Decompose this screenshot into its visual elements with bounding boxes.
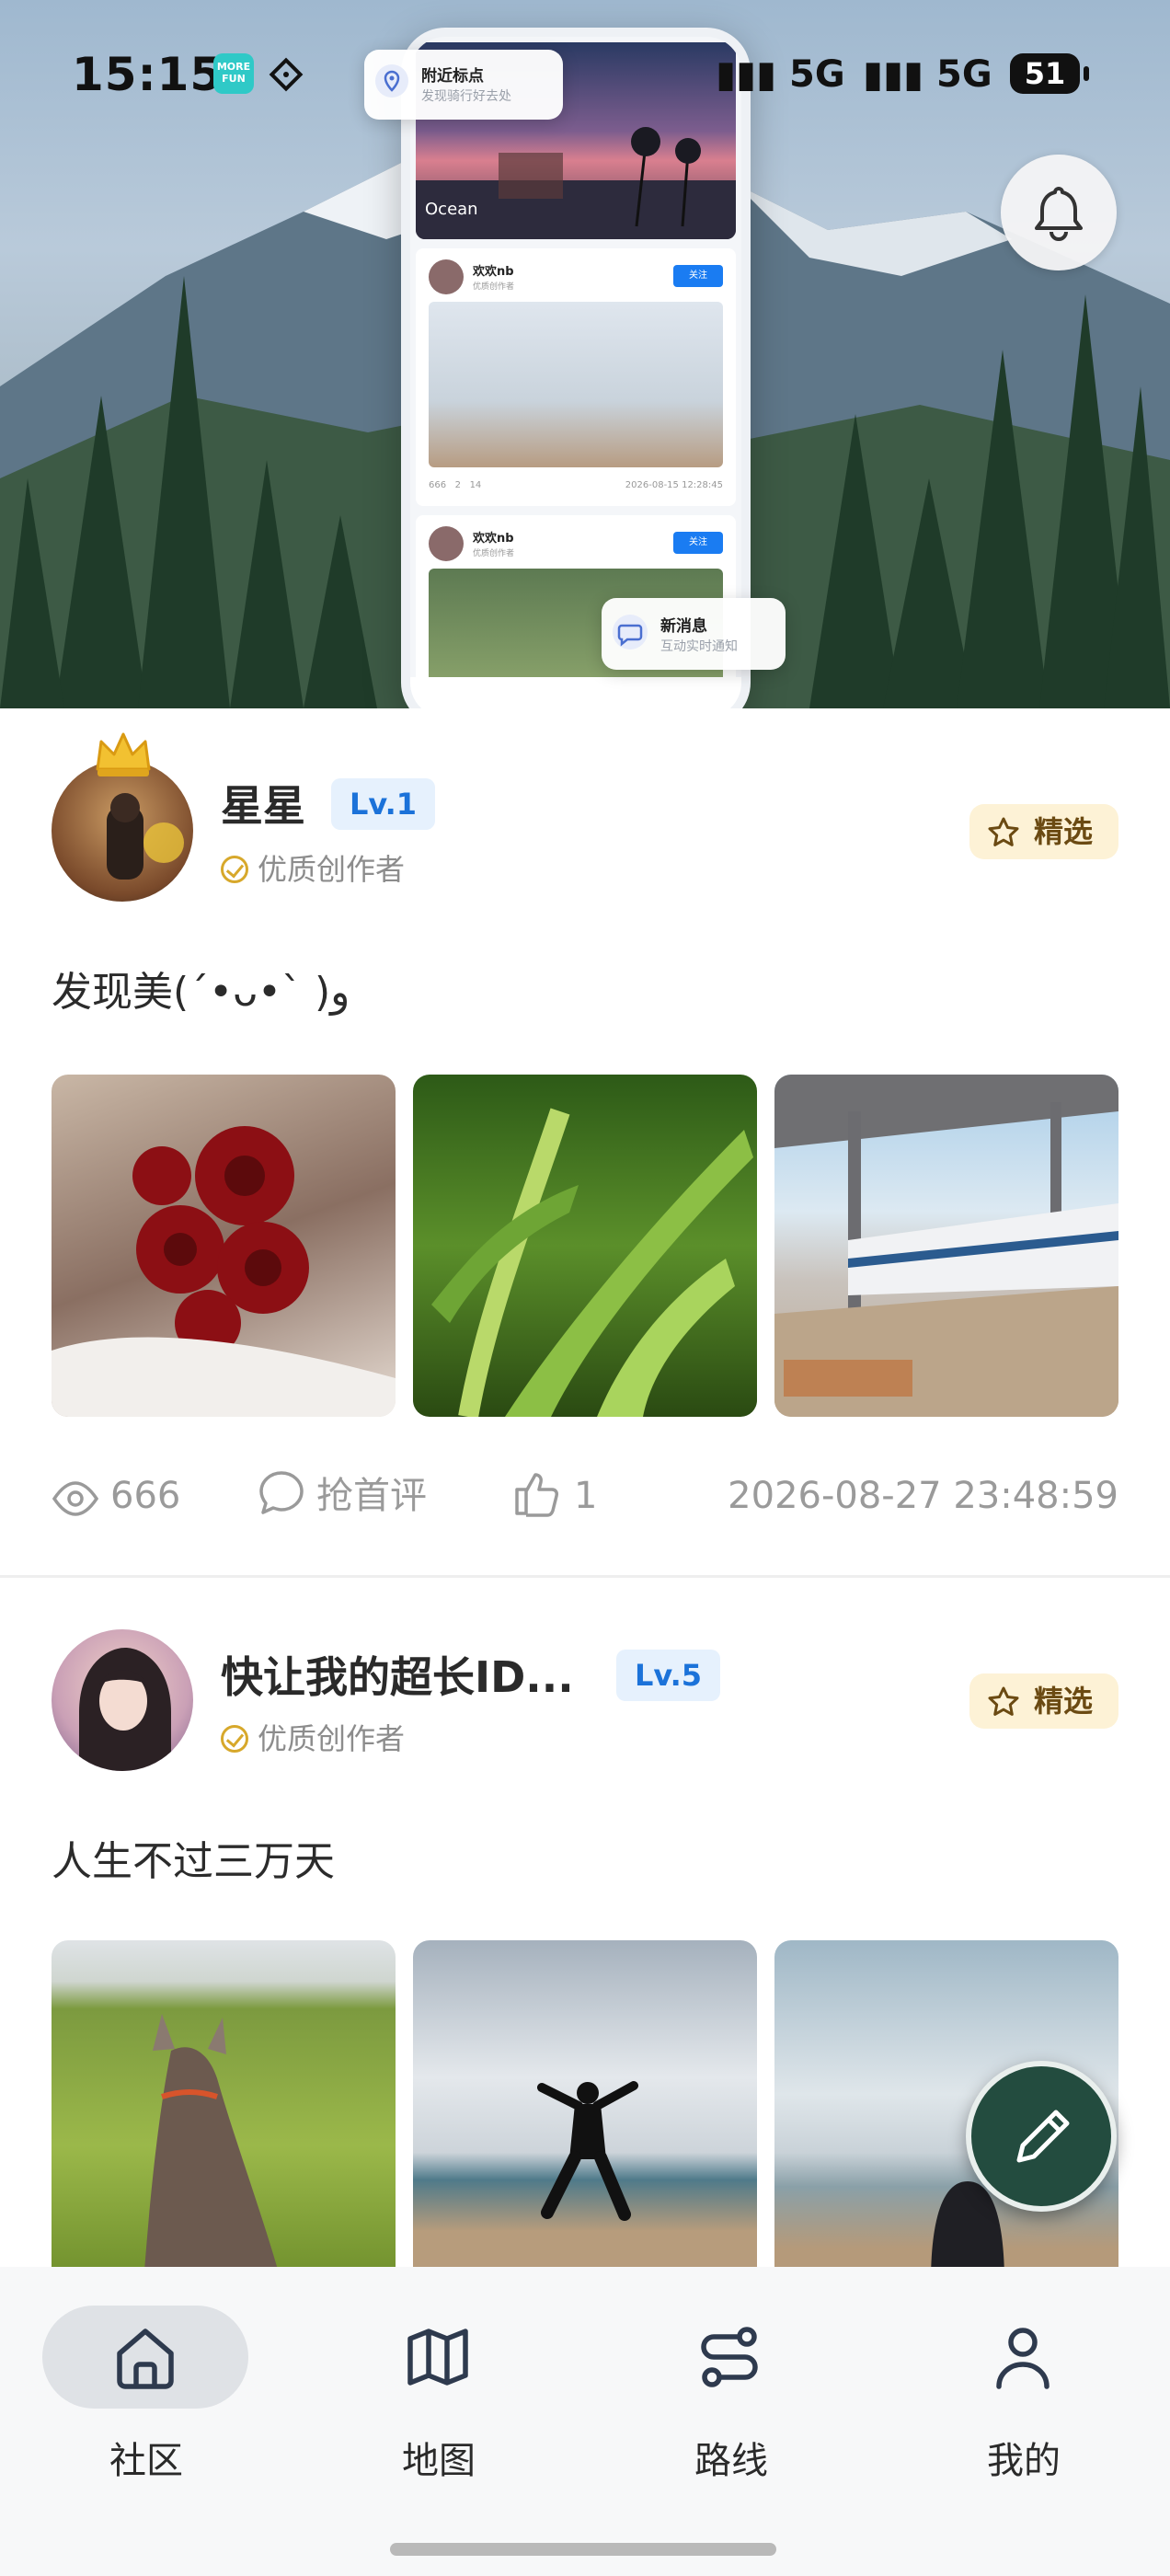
status-time: 15:15 xyxy=(72,48,224,101)
mini-post-card: 欢欢nb 优质创作者 关注 666 2 14 2026-08-15 12:28:… xyxy=(416,248,736,506)
tab-label: 我的 xyxy=(987,2440,1061,2482)
network-type: 5G xyxy=(789,53,845,96)
verified-check-icon xyxy=(221,1725,248,1753)
post-photo-jumping-person[interactable] xyxy=(413,1940,757,2267)
mini-author-name: 欢欢nb xyxy=(473,265,514,279)
post-photo-horse[interactable] xyxy=(52,1940,396,2267)
mini-avatar xyxy=(429,259,464,294)
comment-icon xyxy=(259,1471,304,1514)
create-post-button[interactable] xyxy=(966,2061,1117,2212)
route-icon xyxy=(701,2327,758,2387)
hero-banner: Ocean 欢欢nb 优质创作者 关注 666 2 14 2026-08-15 … xyxy=(0,0,1170,708)
app-badge-icon: MORE FUN xyxy=(213,53,254,94)
post-card[interactable]: 星星 Lv.1 优质创作者 精选 发现美(ˊ•ᴗ•ˋ )و 666 抢首评 1 … xyxy=(0,708,1170,1577)
like-button[interactable]: 1 xyxy=(513,1468,597,1524)
view-count-value: 666 xyxy=(110,1475,181,1517)
message-popup-subtitle: 互动实时通知 xyxy=(660,639,738,654)
creator-role: 优质创作者 xyxy=(221,846,405,889)
user-icon xyxy=(996,2328,1050,2389)
post-time: 2026-08-27 23:48:59 xyxy=(728,1475,1118,1517)
featured-label: 精选 xyxy=(1034,1684,1094,1719)
tab-label: 社区 xyxy=(109,2440,183,2482)
mini-time: 2026-08-15 12:28:45 xyxy=(625,480,723,490)
tab-map[interactable]: 地图 xyxy=(333,2306,545,2490)
post-photo-corn[interactable] xyxy=(413,1075,757,1417)
map-icon xyxy=(407,2329,468,2386)
mini-post-photo xyxy=(429,302,723,467)
eye-icon xyxy=(52,1481,99,1516)
home-indicator[interactable] xyxy=(390,2543,776,2556)
mini-author-role: 优质创作者 xyxy=(473,282,515,292)
tab-profile[interactable]: 我的 xyxy=(918,2306,1130,2490)
creator-role: 优质创作者 xyxy=(221,1716,405,1758)
mini-follow-button: 关注 xyxy=(673,265,723,287)
post-photo-train-station[interactable] xyxy=(774,1075,1118,1417)
post-photo-roses[interactable] xyxy=(52,1075,396,1417)
tab-label: 地图 xyxy=(402,2440,476,2482)
mini-follow-button: 关注 xyxy=(673,532,723,554)
home-icon xyxy=(117,2329,174,2389)
banner-caption: Ocean xyxy=(425,200,478,219)
battery-icon: 51 xyxy=(1010,53,1089,94)
level-badge: Lv.5 xyxy=(616,1650,721,1701)
avatar[interactable] xyxy=(52,760,193,902)
signal-bars-icon: ▮▮▮ xyxy=(863,53,924,96)
notification-button[interactable] xyxy=(1001,155,1117,270)
featured-label: 精选 xyxy=(1034,814,1094,849)
comment-label: 抢首评 xyxy=(316,1475,427,1517)
mini-author-name: 欢欢nb xyxy=(473,532,514,546)
bell-icon xyxy=(1035,187,1083,241)
tab-routes[interactable]: 路线 xyxy=(625,2306,837,2490)
verified-check-icon xyxy=(221,856,248,883)
post-content[interactable]: 人生不过三万天 xyxy=(52,1828,335,1887)
pencil-icon xyxy=(1016,2110,1070,2163)
mini-post-meta: 666 2 14 2026-08-15 12:28:45 xyxy=(429,480,723,490)
tab-community[interactable]: 社区 xyxy=(40,2306,252,2490)
like-count: 1 xyxy=(574,1475,598,1517)
message-popup: 新消息 互动实时通知 xyxy=(602,598,786,670)
author-name[interactable]: 快让我的超长ID... xyxy=(221,1644,574,1705)
mini-views: 666 xyxy=(429,480,447,490)
creator-role-label: 优质创作者 xyxy=(258,852,406,887)
bottom-tab-bar: 社区 地图 路线 我的 xyxy=(0,2267,1170,2576)
network-type: 5G xyxy=(936,53,992,96)
crown-icon xyxy=(96,732,151,776)
grid-icon xyxy=(269,57,304,92)
mini-comments: 2 xyxy=(454,480,462,490)
avatar[interactable] xyxy=(52,1629,193,1771)
mini-author-role: 优质创作者 xyxy=(473,549,515,558)
featured-badge: 精选 xyxy=(969,1673,1118,1729)
tab-label: 路线 xyxy=(694,2440,768,2482)
author-name[interactable]: 星星 xyxy=(221,773,305,834)
signal-bars-icon: ▮▮▮ xyxy=(716,53,777,96)
level-badge: Lv.1 xyxy=(331,778,436,830)
chat-bubble-icon xyxy=(613,615,648,650)
view-count: 666 xyxy=(52,1468,180,1524)
comment-button[interactable]: 抢首评 xyxy=(258,1468,427,1524)
message-popup-title: 新消息 xyxy=(660,617,707,636)
post-content[interactable]: 发现美(ˊ•ᴗ•ˋ )و xyxy=(52,959,350,1018)
mini-tabbar xyxy=(410,677,741,708)
star-icon xyxy=(988,1686,1019,1716)
post-stats: 666 抢首评 1 2026-08-27 23:48:59 xyxy=(52,1468,1118,1524)
thumbs-up-icon xyxy=(515,1473,558,1517)
star-icon xyxy=(988,817,1019,846)
creator-role-label: 优质创作者 xyxy=(258,1721,406,1756)
featured-badge: 精选 xyxy=(969,804,1118,859)
mini-likes: 14 xyxy=(469,480,482,490)
status-bar: 15:15 MORE FUN ▮▮▮ 5G ▮▮▮ 5G 51 xyxy=(0,0,1170,147)
mini-avatar xyxy=(429,526,464,561)
